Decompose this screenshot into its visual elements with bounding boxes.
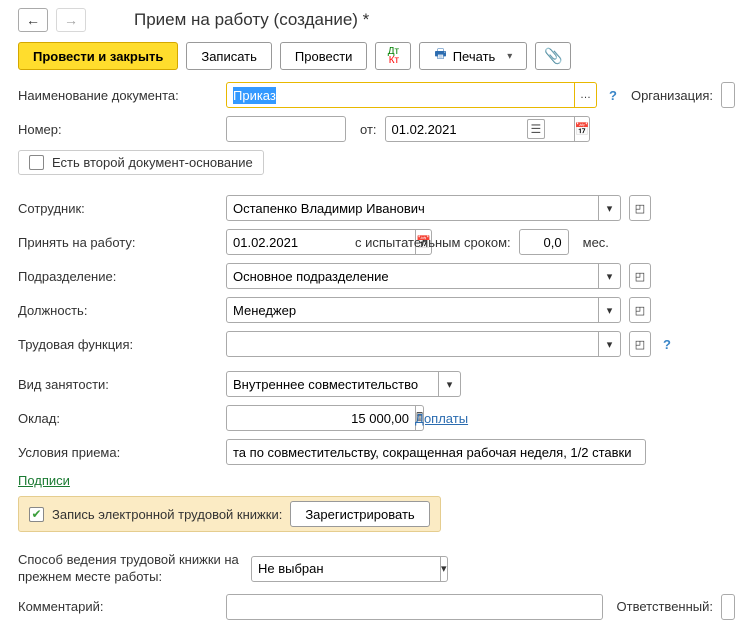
doc-name-label: Наименование документа:: [18, 88, 218, 103]
responsible-input[interactable]: [721, 594, 735, 620]
dtkt-icon: ДтКт: [388, 47, 399, 65]
employment-type-dropdown-button[interactable]: ▾: [439, 371, 461, 397]
department-label: Подразделение:: [18, 269, 218, 284]
employee-open-button[interactable]: ◰: [629, 195, 651, 221]
comment-input[interactable]: [226, 594, 603, 620]
number-label: Номер:: [18, 122, 218, 137]
paperclip-icon: 📎: [544, 47, 563, 65]
print-icon: 🖶: [434, 45, 446, 67]
employee-label: Сотрудник:: [18, 201, 218, 216]
position-label: Должность:: [18, 303, 218, 318]
dtkt-button[interactable]: ДтКт: [375, 42, 411, 70]
prev-book-label: Способ ведения трудовой книжки на прежне…: [18, 552, 243, 586]
employee-input[interactable]: [226, 195, 599, 221]
labor-function-label: Трудовая функция:: [18, 337, 218, 352]
hire-label: Принять на работу:: [18, 235, 218, 250]
organization-label: Организация:: [631, 88, 713, 103]
second-doc-region: Есть второй документ-основание: [18, 150, 264, 175]
list-icon[interactable]: ☰: [527, 119, 546, 139]
prev-book-dropdown-button[interactable]: ▾: [441, 556, 448, 582]
doc-name-ellipsis-button[interactable]: …: [575, 82, 597, 108]
help-icon[interactable]: ?: [609, 88, 617, 103]
signatures-link[interactable]: Подписи: [18, 473, 70, 488]
employment-type-input[interactable]: [226, 371, 439, 397]
post-button[interactable]: Провести: [280, 42, 368, 70]
number-input[interactable]: [226, 116, 346, 142]
supplements-link[interactable]: Доплаты: [415, 411, 468, 426]
calendar-icon[interactable]: 📅: [575, 116, 591, 142]
labor-function-help-icon[interactable]: ?: [663, 337, 671, 352]
doc-date-input[interactable]: [385, 116, 575, 142]
back-button[interactable]: ←: [18, 8, 48, 32]
print-button[interactable]: 🖶 Печать: [419, 42, 527, 70]
probation-input[interactable]: [519, 229, 569, 255]
department-dropdown-button[interactable]: ▾: [599, 263, 621, 289]
page-title: Прием на работу (создание) *: [134, 10, 369, 30]
from-label: от:: [360, 122, 377, 137]
position-open-button[interactable]: ◰: [629, 297, 651, 323]
labor-function-open-button[interactable]: ◰: [629, 331, 651, 357]
etk-register-button[interactable]: Зарегистрировать: [290, 501, 429, 527]
attachments-button[interactable]: 📎: [535, 42, 571, 70]
comment-label: Комментарий:: [18, 599, 218, 614]
responsible-label: Ответственный:: [617, 599, 713, 614]
organization-input[interactable]: [721, 82, 735, 108]
second-doc-label: Есть второй документ-основание: [52, 155, 253, 170]
second-doc-checkbox[interactable]: [29, 155, 44, 170]
print-label: Печать: [453, 49, 496, 64]
prev-book-input[interactable]: [251, 556, 441, 582]
probation-unit: мес.: [583, 235, 609, 250]
conditions-input[interactable]: [226, 439, 646, 465]
department-input[interactable]: [226, 263, 599, 289]
probation-label: с испытательным сроком:: [355, 235, 511, 250]
department-open-button[interactable]: ◰: [629, 263, 651, 289]
etk-region: ✔ Запись электронной трудовой книжки: За…: [18, 496, 441, 532]
salary-input[interactable]: [226, 405, 416, 431]
labor-function-input[interactable]: [226, 331, 599, 357]
save-button[interactable]: Записать: [186, 42, 272, 70]
position-input[interactable]: [226, 297, 599, 323]
employee-dropdown-button[interactable]: ▾: [599, 195, 621, 221]
etk-label: Запись электронной трудовой книжки:: [52, 507, 282, 522]
etk-checkbox[interactable]: ✔: [29, 507, 44, 522]
doc-name-input[interactable]: Приказ: [226, 82, 575, 108]
post-and-close-button[interactable]: Провести и закрыть: [18, 42, 178, 70]
conditions-label: Условия приема:: [18, 445, 218, 460]
salary-label: Оклад:: [18, 411, 218, 426]
forward-button[interactable]: →: [56, 8, 86, 32]
labor-function-dropdown-button[interactable]: ▾: [599, 331, 621, 357]
employment-type-label: Вид занятости:: [18, 377, 218, 392]
position-dropdown-button[interactable]: ▾: [599, 297, 621, 323]
